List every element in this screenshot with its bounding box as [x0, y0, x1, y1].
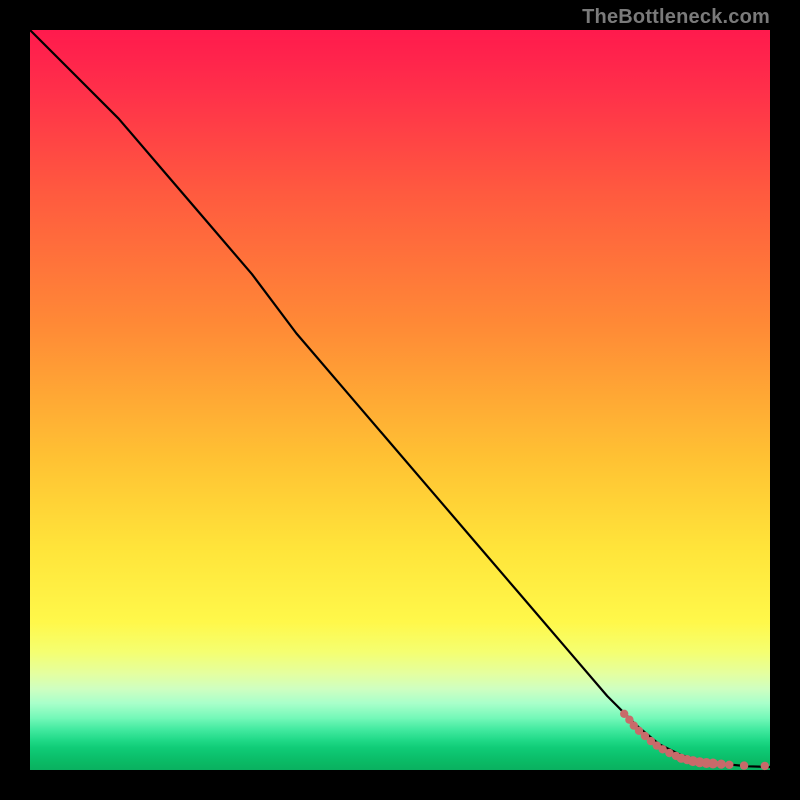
curve-line [30, 30, 770, 767]
scatter-point [725, 761, 733, 769]
chart-overlay [30, 30, 770, 770]
plot-area [30, 30, 770, 770]
scatter-point [761, 762, 769, 770]
scatter-point [740, 761, 748, 769]
scatter-point [708, 759, 718, 769]
scatter-points [620, 710, 769, 771]
chart-frame: TheBottleneck.com [0, 0, 800, 800]
watermark-text: TheBottleneck.com [582, 6, 770, 29]
scatter-point [717, 760, 726, 769]
